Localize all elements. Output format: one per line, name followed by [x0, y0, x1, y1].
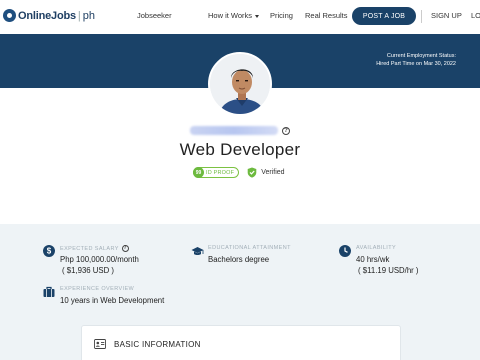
- graduation-cap-icon: [191, 247, 204, 256]
- profile-name: ?: [190, 126, 290, 135]
- id-proof-label: ID PROOF: [206, 169, 235, 176]
- job-title: Web Developer: [179, 140, 301, 159]
- education-label: EDUCATIONAL ATTAINMENT: [208, 245, 291, 251]
- experience-value: 10 years in Web Development: [60, 296, 165, 305]
- top-navbar: OnlineJobs | ph Jobseeker How it Works P…: [0, 0, 480, 34]
- expected-salary-value: Php 100,000.00/month: [60, 255, 139, 264]
- expected-salary-usd: ( $1,936 USD ): [62, 266, 115, 275]
- employment-status: Current Employment Status: Hired Part Ti…: [376, 52, 456, 68]
- experience-label: EXPERIENCE OVERVIEW: [60, 286, 135, 292]
- id-proof-score: 99: [193, 167, 204, 178]
- sign-up-link[interactable]: SIGN UP: [431, 11, 462, 20]
- nav-link-how-it-works[interactable]: How it Works: [208, 11, 260, 20]
- help-icon[interactable]: ?: [282, 126, 290, 135]
- basic-information-title: BASIC INFORMATION: [114, 339, 201, 349]
- nav-link-real-results[interactable]: Real Results: [305, 11, 348, 20]
- logo-suffix: ph: [82, 9, 96, 22]
- profile-avatar: [208, 52, 272, 116]
- verified-label: Verified: [261, 169, 285, 176]
- nav-link-how-it-works-label: How it Works: [208, 11, 253, 20]
- education-value: Bachelors degree: [208, 255, 270, 264]
- person-photo-icon: [210, 54, 270, 114]
- site-logo[interactable]: OnlineJobs | ph: [3, 9, 95, 22]
- id-proof-badge[interactable]: 99 ID PROOF: [193, 167, 240, 178]
- nav-link-jobseeker[interactable]: Jobseeker: [137, 11, 172, 20]
- expected-salary-label: EXPECTED SALARY?: [60, 245, 129, 252]
- blurred-name: [190, 126, 278, 135]
- nav-link-pricing[interactable]: Pricing: [270, 11, 293, 20]
- basic-information-header: BASIC INFORMATION: [94, 339, 201, 349]
- expected-salary-label-text: EXPECTED SALARY: [60, 245, 119, 252]
- briefcase-icon: [43, 286, 55, 297]
- help-icon[interactable]: ?: [121, 245, 129, 252]
- shield-check-icon: [247, 167, 257, 178]
- chevron-down-icon: [255, 14, 260, 18]
- id-card-icon: [94, 339, 106, 349]
- employment-status-label: Current Employment Status:: [386, 53, 456, 59]
- svg-text:$: $: [47, 247, 52, 256]
- login-link[interactable]: LO: [471, 11, 480, 20]
- basic-information-card: BASIC INFORMATION: [81, 325, 401, 360]
- availability-usd: ( $11.19 USD/hr ): [358, 266, 419, 275]
- availability-label: AVAILABILITY: [356, 245, 397, 251]
- logo-icon: [3, 9, 16, 22]
- nav-divider: [421, 10, 422, 23]
- employment-status-value: Hired Part Time on Mar 30, 2022: [376, 61, 456, 67]
- logo-text: OnlineJobs: [18, 9, 76, 22]
- availability-value: 40 hrs/wk: [356, 255, 390, 264]
- dollar-icon: $: [43, 245, 55, 257]
- verified-badge: Verified: [247, 167, 285, 178]
- logo-separator: |: [77, 9, 81, 22]
- post-job-button[interactable]: POST A JOB: [352, 7, 416, 25]
- clock-icon: [339, 245, 351, 257]
- verification-badges: 99 ID PROOF Verified: [193, 167, 285, 178]
